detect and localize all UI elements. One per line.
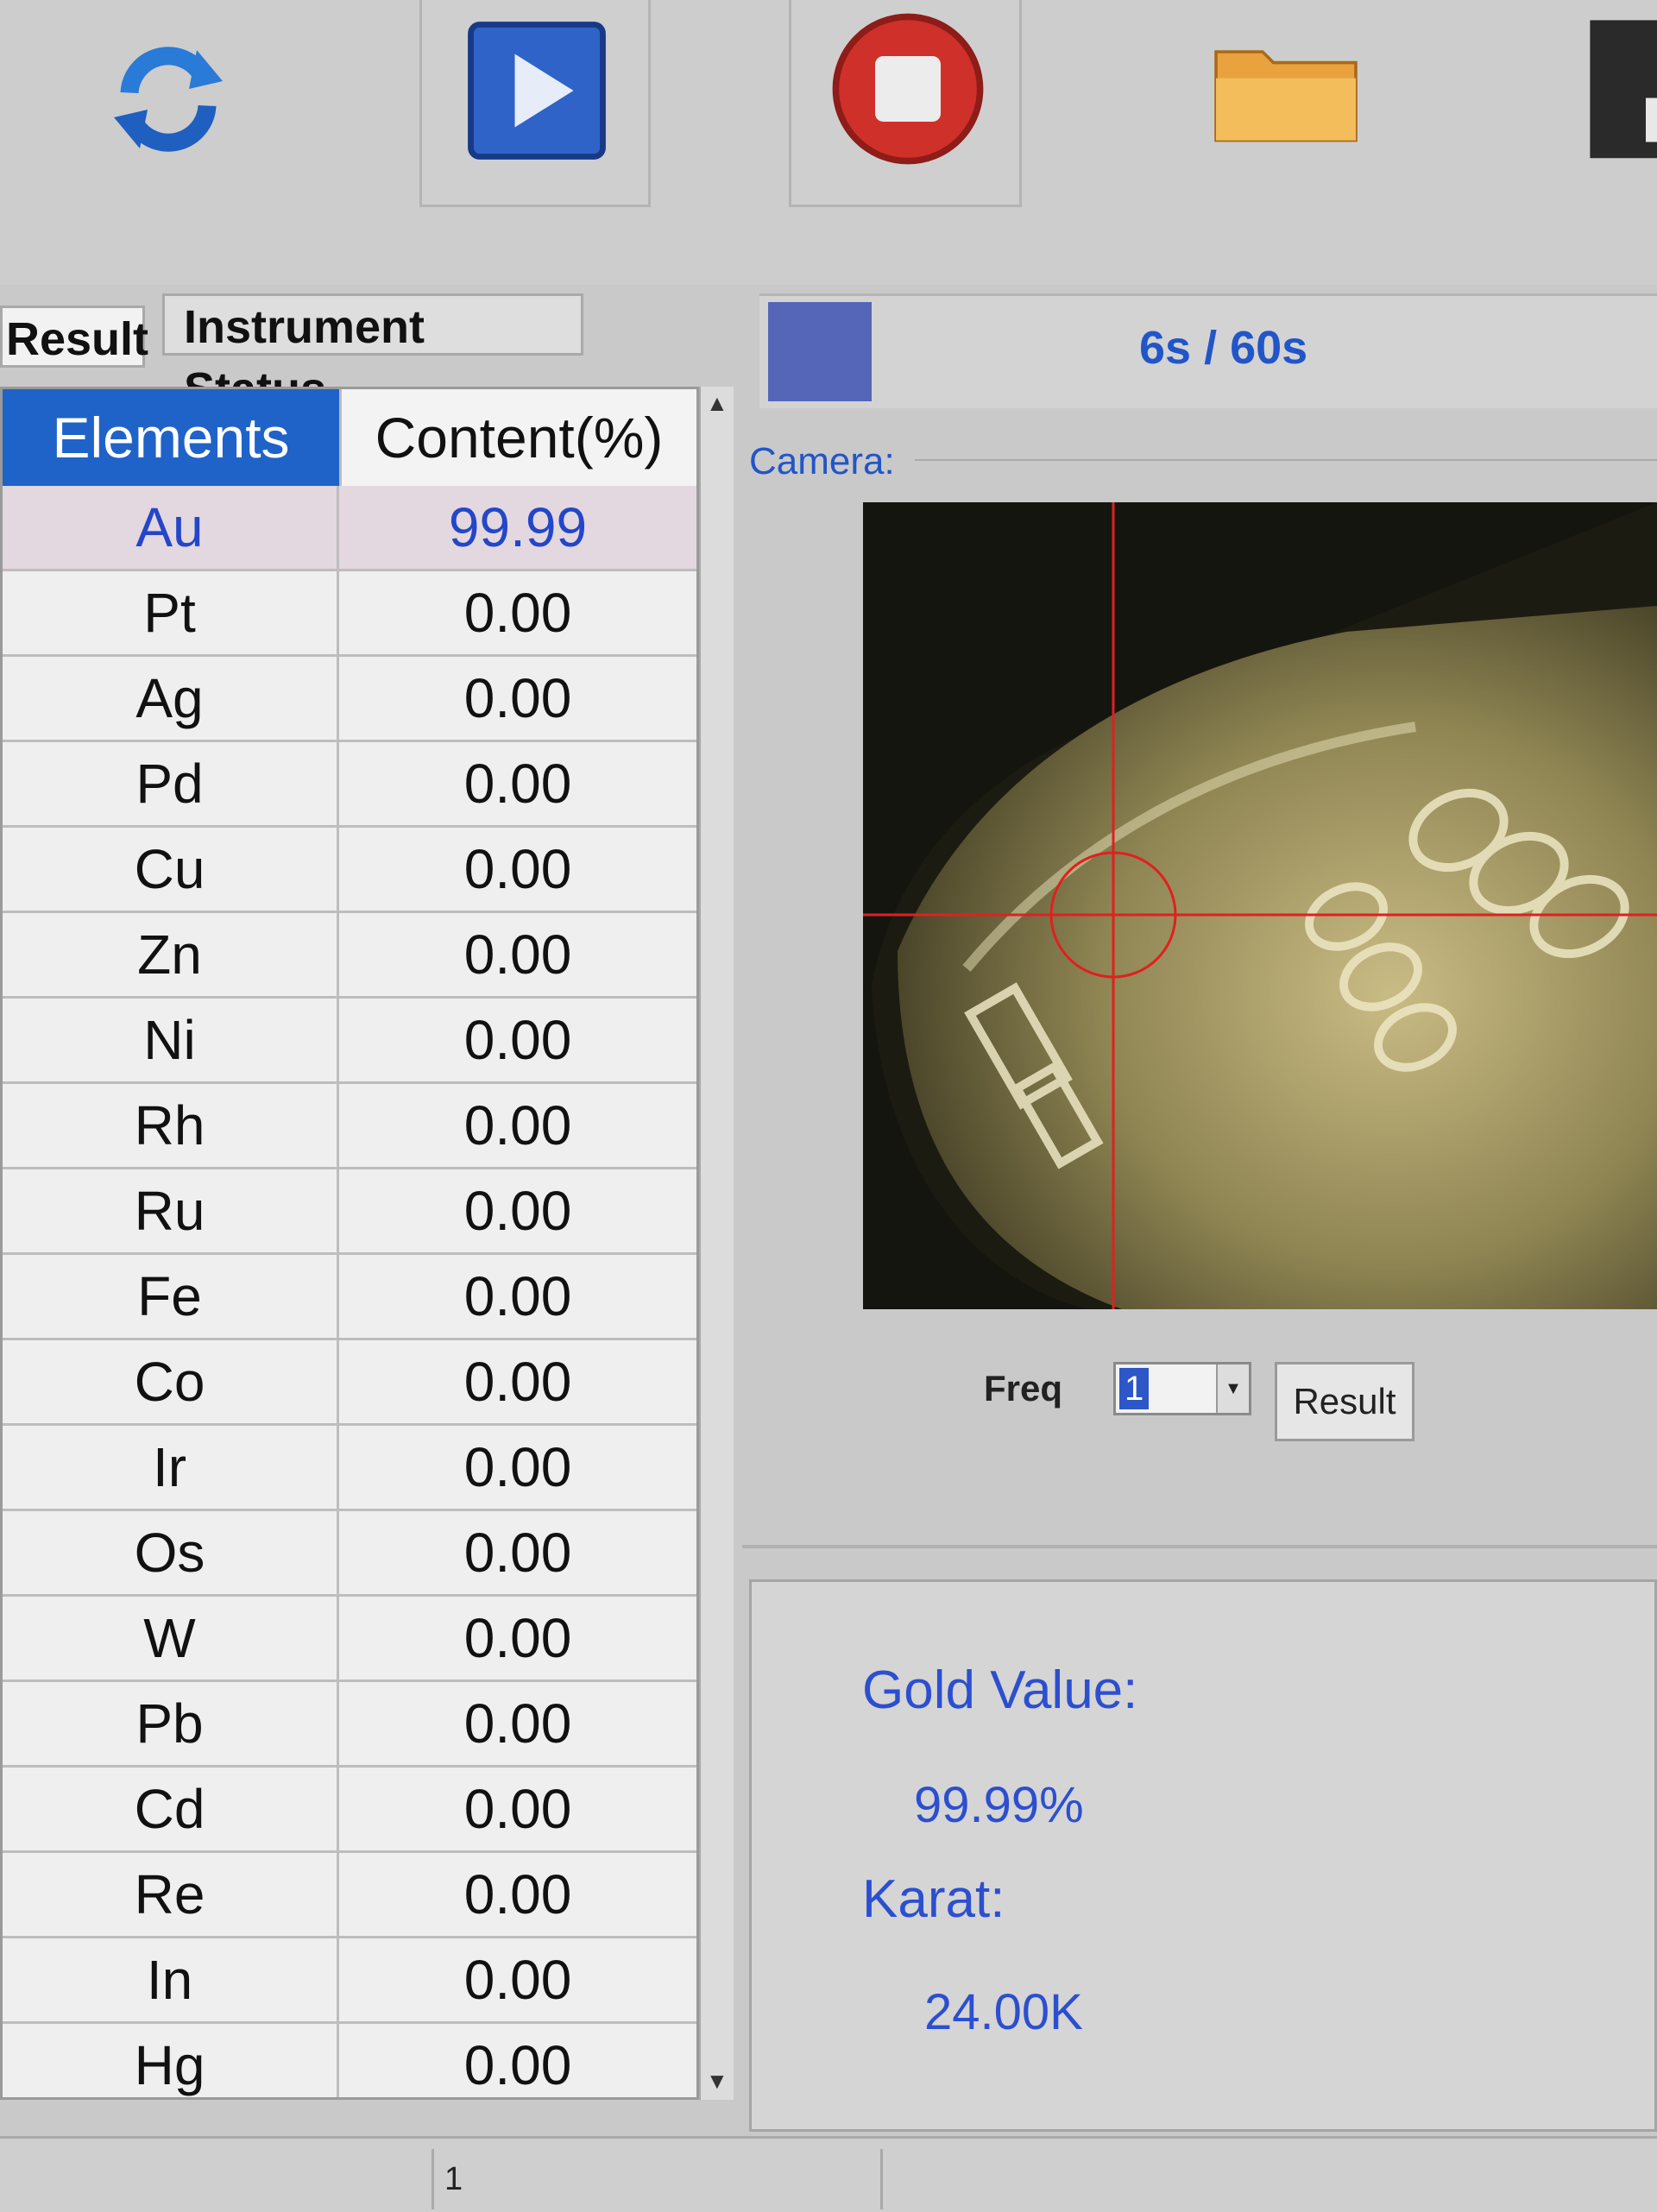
refresh-button[interactable]	[52, 0, 293, 207]
table-row[interactable]: Co 0.00	[3, 1340, 696, 1426]
content-cell: 0.00	[339, 999, 696, 1081]
content-cell: 0.00	[339, 742, 696, 825]
content-cell: 0.00	[339, 1255, 696, 1338]
column-header-elements[interactable]: Elements	[3, 389, 339, 486]
karat-label: Karat:	[862, 1869, 1005, 1929]
table-row[interactable]: In 0.00	[3, 1938, 696, 2024]
element-cell: Fe	[3, 1255, 339, 1338]
table-row[interactable]: Ir 0.00	[3, 1426, 696, 1511]
refresh-icon	[114, 47, 223, 152]
content-cell: 0.00	[339, 2024, 696, 2097]
table-row[interactable]: Pt 0.00	[3, 571, 696, 657]
element-cell: Ru	[3, 1169, 339, 1252]
content-cell: 0.00	[339, 1426, 696, 1509]
table-row[interactable]: Ni 0.00	[3, 999, 696, 1084]
content-cell: 0.00	[339, 828, 696, 911]
content-cell: 0.00	[339, 913, 696, 996]
measurement-progress-bar	[768, 302, 872, 401]
content-cell: 0.00	[339, 1511, 696, 1594]
table-row[interactable]: Au 99.99	[3, 486, 696, 571]
content-cell: 0.00	[339, 657, 696, 740]
element-cell: Rh	[3, 1084, 339, 1167]
element-cell: Ag	[3, 657, 339, 740]
table-row[interactable]: Rh 0.00	[3, 1084, 696, 1169]
content-cell: 0.00	[339, 1597, 696, 1679]
table-body: Au 99.99 Pt 0.00 Ag 0.00 Pd 0.00 Cu 0.00 Zn 0.00 Ni 0…	[3, 486, 696, 2097]
scroll-up-icon[interactable]: ▲	[706, 390, 728, 417]
table-row[interactable]: Zn 0.00	[3, 913, 696, 999]
content-cell: 0.00	[339, 1682, 696, 1765]
element-cell: Ir	[3, 1426, 339, 1509]
content-cell: 0.00	[339, 1340, 696, 1423]
table-row[interactable]: Hg 0.00	[3, 2024, 696, 2097]
status-section	[880, 2149, 1657, 2209]
element-cell: Zn	[3, 913, 339, 996]
save-button[interactable]	[1553, 0, 1657, 207]
measurement-timer: 6s / 60s	[1139, 322, 1308, 374]
content-cell: 99.99	[339, 486, 696, 569]
element-cell: Pt	[3, 571, 339, 654]
freq-value: 1	[1119, 1368, 1150, 1409]
gold-value: 99.99%	[914, 1777, 1084, 1833]
element-cell: Cd	[3, 1768, 339, 1850]
gold-result-panel: Gold Value: 99.99% Karat: 24.00K	[749, 1579, 1657, 2132]
status-page-number: 1	[432, 2149, 526, 2209]
table-row[interactable]: Ag 0.00	[3, 657, 696, 742]
chevron-down-icon[interactable]: ▼	[1216, 1364, 1249, 1413]
content-cell: 0.00	[339, 1768, 696, 1850]
camera-view	[863, 502, 1657, 1309]
freq-select[interactable]: 1 ▼	[1113, 1362, 1251, 1415]
table-row[interactable]: Pd 0.00	[3, 742, 696, 828]
panel-divider	[742, 1545, 1657, 1548]
column-header-content[interactable]: Content(%)	[339, 389, 696, 486]
stop-button[interactable]	[789, 0, 1022, 207]
element-cell: Hg	[3, 2024, 339, 2097]
result-button[interactable]: Result	[1275, 1362, 1414, 1441]
camera-group-line	[915, 459, 1657, 461]
tab-instrument-status[interactable]: Instrument Status	[162, 293, 583, 415]
element-cell: W	[3, 1597, 339, 1679]
element-cell: Au	[3, 486, 339, 569]
element-cell: Ni	[3, 999, 339, 1081]
open-button[interactable]	[1156, 0, 1407, 207]
element-cell: Re	[3, 1853, 339, 1936]
content-cell: 0.00	[339, 1169, 696, 1252]
freq-label: Freq	[984, 1368, 1063, 1408]
content-cell: 0.00	[339, 1938, 696, 2021]
table-row[interactable]: Ru 0.00	[3, 1169, 696, 1255]
element-cell: Pd	[3, 742, 339, 825]
toolbar	[0, 0, 1657, 285]
stop-icon	[832, 13, 984, 165]
table-header: Elements Content(%)	[3, 389, 696, 486]
content-cell: 0.00	[339, 571, 696, 654]
table-row[interactable]: Fe 0.00	[3, 1255, 696, 1340]
scroll-down-icon[interactable]: ▼	[706, 2068, 728, 2095]
table-scrollbar[interactable]: ▲ ▼	[699, 387, 734, 2100]
table-row[interactable]: W 0.00	[3, 1597, 696, 1682]
karat-value: 24.00K	[924, 1984, 1083, 2040]
table-row[interactable]: Cu 0.00	[3, 828, 696, 913]
gold-value-label: Gold Value:	[862, 1661, 1138, 1720]
table-row[interactable]: Os 0.00	[3, 1511, 696, 1597]
content-cell: 0.00	[339, 1853, 696, 1936]
element-cell: In	[3, 1938, 339, 2021]
elements-table: Elements Content(%) Au 99.99 Pt 0.00 Ag 0.00 P…	[0, 387, 699, 2100]
camera-label: Camera:	[749, 440, 895, 482]
table-row[interactable]: Re 0.00	[3, 1853, 696, 1938]
table-row[interactable]: Cd 0.00	[3, 1768, 696, 1853]
table-row[interactable]: Pb 0.00	[3, 1682, 696, 1768]
folder-open-icon	[1214, 50, 1358, 142]
content-cell: 0.00	[339, 1084, 696, 1167]
element-cell: Pb	[3, 1682, 339, 1765]
element-cell: Co	[3, 1340, 339, 1423]
camera-image	[863, 502, 1657, 1309]
tab-result[interactable]: Result	[0, 306, 148, 368]
save-icon	[1590, 20, 1657, 159]
play-icon	[468, 22, 606, 160]
element-cell: Cu	[3, 828, 339, 911]
element-cell: Os	[3, 1511, 339, 1594]
play-button[interactable]	[419, 0, 651, 207]
